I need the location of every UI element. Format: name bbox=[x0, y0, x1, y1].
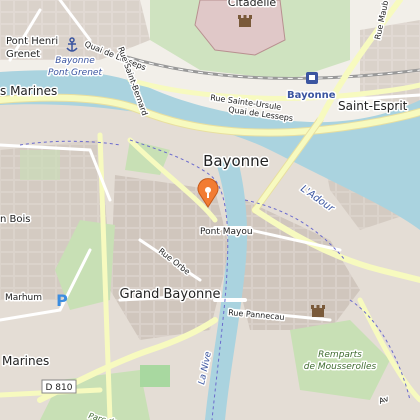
label-marhum: Marhum bbox=[5, 293, 42, 303]
castle-icon bbox=[238, 15, 252, 27]
label-pont-henri: Pont Henri bbox=[6, 36, 58, 47]
road-shield-d810: D 810 bbox=[41, 379, 77, 394]
label-citadelle: Citadelle bbox=[228, 0, 277, 9]
parking-icon[interactable]: P bbox=[56, 291, 68, 310]
label-bayonne-pont-grenet-2: Pont Grenet bbox=[48, 68, 102, 78]
svg-text:D 810: D 810 bbox=[46, 383, 73, 393]
label-pont-mayou: Pont Mayou bbox=[200, 227, 253, 237]
label-bayonne-city: Bayonne bbox=[203, 152, 269, 170]
label-grenet: Grenet bbox=[6, 49, 40, 60]
label-bayonne-pont-grenet-1: Bayonne bbox=[55, 56, 95, 66]
label-remparts-2: de Mousserolles bbox=[304, 362, 377, 372]
label-grand-bayonne: Grand Bayonne bbox=[119, 287, 220, 302]
map-canvas[interactable]: Citadelle Pont Henri Grenet Bayonne Pont… bbox=[0, 0, 420, 420]
label-marines: s Marines bbox=[0, 84, 57, 98]
castle-icon bbox=[311, 305, 325, 317]
station-icon bbox=[306, 72, 318, 84]
label-bayonne-station: Bayonne bbox=[287, 90, 336, 101]
label-saint-esprit: Saint-Esprit bbox=[338, 99, 408, 113]
label-remparts-1: Remparts bbox=[318, 350, 362, 360]
label-marines-bottom: Marines bbox=[2, 354, 49, 368]
svg-text:P: P bbox=[56, 291, 68, 310]
label-bois: n Bois bbox=[0, 214, 30, 225]
